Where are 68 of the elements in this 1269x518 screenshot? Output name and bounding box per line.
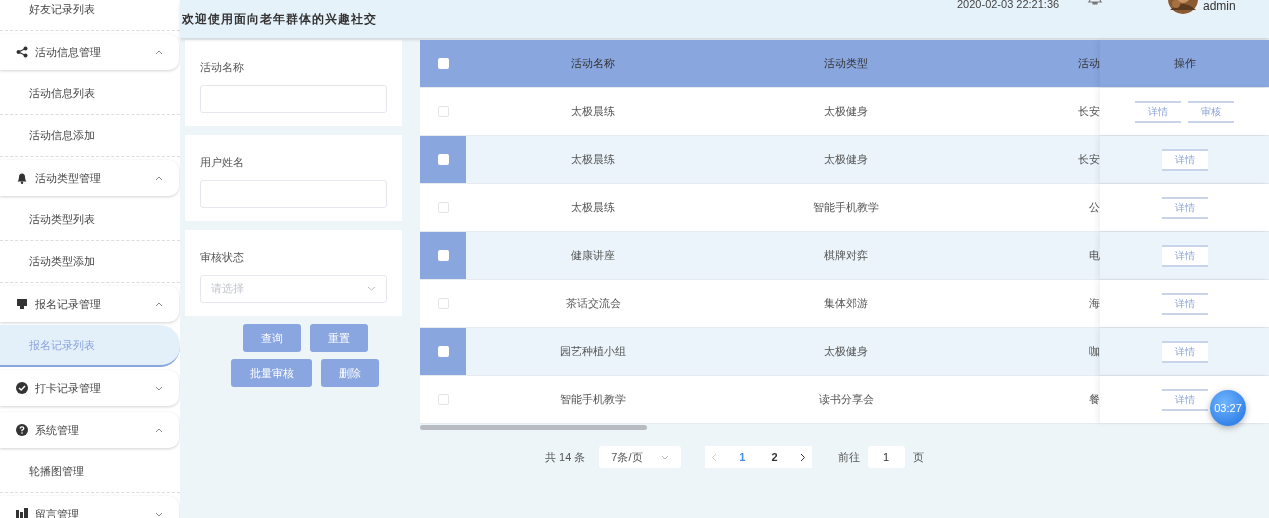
table-cell-text: 集体郊游: [824, 296, 868, 312]
table-cell-text: 电: [1089, 248, 1100, 264]
column-header: 活动名称: [571, 56, 615, 72]
menu-group[interactable]: 报名记录管理: [0, 286, 179, 322]
table-cell-text: 咖: [1089, 344, 1100, 360]
field-label: 活动名称: [200, 60, 245, 75]
page-size-select[interactable]: 7条/页: [599, 446, 682, 468]
check-circle-icon: [16, 382, 28, 394]
menu-item[interactable]: 活动信息添加: [0, 115, 180, 157]
user-name[interactable]: admin: [1203, 0, 1236, 13]
table-cell-text: 读书分享会: [818, 392, 874, 408]
menu-item[interactable]: 活动类型列表: [0, 199, 180, 241]
previous-page-icon[interactable]: [711, 452, 718, 462]
table-cell-text: 海: [1089, 296, 1100, 312]
stamp-icon: [16, 298, 28, 310]
goto-label: 前往: [837, 449, 860, 465]
scrollbar-thumb[interactable]: [420, 425, 647, 430]
table-cell-text: 太极晨练: [571, 104, 615, 120]
page-input[interactable]: 1: [867, 446, 905, 468]
checkbox[interactable]: [437, 346, 449, 357]
input-field[interactable]: [200, 84, 387, 113]
checkbox[interactable]: [437, 202, 449, 213]
table-cell-text: 太极健身: [824, 152, 868, 168]
table-cell-text: 公: [1089, 200, 1100, 216]
chart-icon: [16, 508, 28, 518]
table-cell-text: 健康讲座: [571, 248, 615, 264]
table-cell-text: 太极晨练: [571, 200, 615, 216]
page-title: 欢迎使用面向老年群体的兴趣社交: [182, 11, 377, 28]
checkbox[interactable]: [437, 106, 449, 117]
page-suffix: 页: [912, 449, 924, 465]
help-icon: [16, 424, 28, 436]
checkbox[interactable]: [437, 394, 449, 405]
datetime: 2020-02-03 22:21:36: [957, 0, 1060, 12]
bell-icon: [16, 172, 28, 184]
field-label: 用户姓名: [200, 155, 245, 170]
menu-group[interactable]: 活动信息管理: [0, 34, 179, 70]
table-cell-text: 长安: [1078, 152, 1100, 168]
table-cell-text: 餐: [1089, 392, 1100, 408]
next-page-icon[interactable]: [799, 452, 806, 462]
total-count: 共 14 条: [545, 449, 586, 465]
menu-item[interactable]: 轮播图管理: [0, 451, 180, 493]
column-header: 操作: [1173, 56, 1196, 72]
chevron-down-icon: [367, 286, 376, 291]
field-label: 审核状态: [200, 250, 245, 265]
table-cell-text: 太极晨练: [571, 152, 615, 168]
checkbox[interactable]: [437, 250, 449, 261]
table-cell-text: 智能手机教学: [813, 200, 879, 216]
menu-item[interactable]: 活动类型添加: [0, 241, 180, 283]
menu-group[interactable]: 打卡记录管理: [0, 370, 179, 406]
table-cell-text: 茶话交流会: [565, 296, 621, 312]
table-cell-text: 太极健身: [824, 344, 868, 360]
table-cell-text: 棋牌对弈: [824, 248, 868, 264]
chevron-down-icon: [661, 454, 670, 460]
checkbox[interactable]: [437, 154, 449, 165]
menu-item[interactable]: 活动信息列表: [0, 73, 180, 115]
menu-group[interactable]: 系统管理: [0, 412, 179, 448]
table-cell-text: 长安: [1078, 104, 1100, 120]
share-icon: [16, 46, 28, 58]
table-cell-text: 园艺种植小组: [560, 344, 626, 360]
menu-group[interactable]: 活动类型管理: [0, 160, 179, 196]
checkbox[interactable]: [437, 298, 449, 309]
column-header: 活动: [1078, 56, 1100, 72]
page-number[interactable]: 2: [767, 448, 782, 466]
table-cell-text: 太极健身: [824, 104, 868, 120]
table-cell-text: 智能手机教学: [560, 392, 626, 408]
checkbox[interactable]: [437, 58, 449, 69]
column-header: 活动类型: [824, 56, 868, 72]
input-field[interactable]: [200, 179, 387, 208]
